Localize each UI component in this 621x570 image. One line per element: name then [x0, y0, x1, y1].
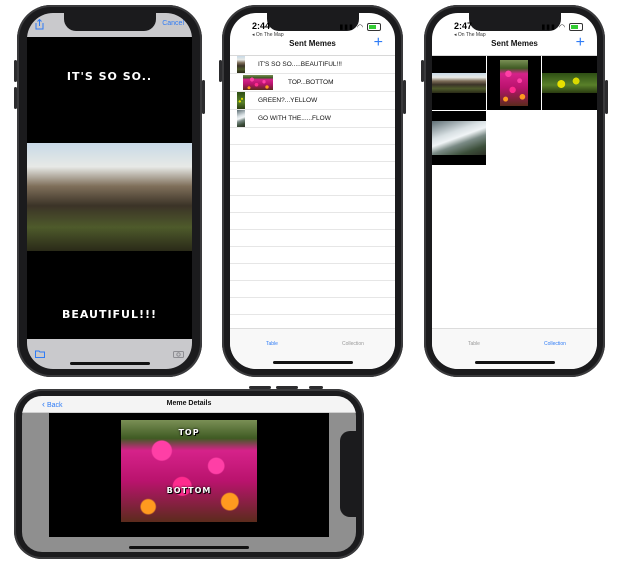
battery-icon [367, 23, 381, 32]
table-row[interactable]: GO WITH THE......FLOW [230, 110, 395, 128]
meme-canvas [27, 37, 192, 339]
volume-button [421, 60, 424, 82]
collection-cell[interactable] [432, 56, 486, 110]
status-time: 2:47 ◂ On The Map [454, 21, 486, 38]
volume-button [249, 386, 271, 389]
meme-detail-area: TOP BOTTOM [49, 413, 329, 537]
share-icon[interactable] [35, 17, 44, 30]
row-thumbnail [237, 110, 245, 127]
camera-icon[interactable] [173, 345, 184, 363]
volume-button [219, 60, 222, 82]
nav-title: Sent Memes [491, 39, 538, 48]
back-to-app-link[interactable]: ◂ On The Map [454, 32, 486, 38]
navigation-bar: ‹ Back Meme Details [22, 396, 356, 413]
row-thumbnail [243, 75, 273, 90]
nav-title: Meme Details [166, 400, 212, 407]
meme-table: IT'S SO SO.....BEAUTIFUL!!! TOP...BOTTOM… [230, 56, 395, 329]
power-button [605, 80, 608, 114]
volume-button [276, 386, 298, 389]
plus-icon[interactable]: + [576, 34, 585, 52]
meme-image: TOP BOTTOM [121, 420, 257, 522]
collection-cell[interactable] [487, 56, 541, 110]
tab-bar: Table Collection [230, 328, 395, 369]
home-indicator[interactable] [69, 362, 150, 365]
plus-icon[interactable]: + [374, 34, 383, 52]
cancel-button[interactable]: Cancel [162, 20, 184, 27]
row-label: GREEN?...YELLOW [258, 97, 318, 104]
editor-bottom-toolbar [27, 339, 192, 369]
empty-table-rows [230, 128, 395, 329]
notch [63, 13, 156, 31]
power-button [309, 386, 323, 389]
home-indicator[interactable] [129, 546, 249, 549]
collection-cell[interactable] [542, 56, 597, 110]
nav-title: Sent Memes [289, 39, 336, 48]
tab-bar: Table Collection [432, 328, 597, 369]
row-label: GO WITH THE......FLOW [258, 115, 331, 122]
volume-button [14, 87, 17, 109]
top-text-field[interactable] [37, 69, 182, 84]
home-indicator[interactable] [474, 361, 555, 364]
cell-image [432, 73, 486, 93]
tab-table[interactable]: Table [266, 341, 278, 347]
volume-button [14, 60, 17, 82]
editor-phone: Cancel [14, 5, 205, 377]
meme-image [27, 143, 192, 251]
row-label: IT'S SO SO.....BEAUTIFUL!!! [258, 61, 342, 68]
editor-screen: Cancel [27, 13, 192, 369]
battery-icon [569, 23, 583, 32]
collection-cell[interactable] [432, 111, 486, 165]
meme-bottom-text: BOTTOM [166, 486, 212, 495]
row-thumbnail [237, 92, 245, 109]
power-button [403, 80, 406, 114]
table-screen: 2:44 ◂ On The Map ▮▮▮ ◠ Sent Memes + IT'S… [230, 13, 395, 369]
power-button [202, 80, 205, 114]
table-phone: 2:44 ◂ On The Map ▮▮▮ ◠ Sent Memes + IT'S… [219, 5, 406, 377]
table-row[interactable]: TOP...BOTTOM [230, 74, 395, 92]
collection-phone: 2:47 ◂ On The Map ▮▮▮ ◠ Sent Memes + Tabl… [421, 5, 608, 377]
collection-screen: 2:47 ◂ On The Map ▮▮▮ ◠ Sent Memes + Tabl… [432, 13, 597, 369]
status-icons: ▮▮▮ ◠ [339, 23, 381, 32]
tab-collection[interactable]: Collection [544, 341, 566, 347]
table-row[interactable]: GREEN?...YELLOW [230, 92, 395, 110]
cell-image [500, 60, 528, 106]
meme-top-text: TOP [178, 428, 200, 437]
cell-image [432, 121, 486, 155]
detail-phone: ‹ Back Meme Details TOP BOTTOM [14, 386, 364, 559]
folder-icon[interactable] [35, 345, 45, 363]
detail-screen: ‹ Back Meme Details TOP BOTTOM [22, 396, 356, 552]
status-icons: ▮▮▮ ◠ [541, 23, 583, 32]
cell-image [542, 73, 597, 93]
status-time: 2:44 ◂ On The Map [252, 21, 284, 38]
tab-collection[interactable]: Collection [342, 341, 364, 347]
row-thumbnail [237, 56, 245, 73]
back-to-app-link[interactable]: ◂ On The Map [252, 32, 284, 38]
bottom-text-field[interactable] [37, 307, 182, 322]
home-indicator[interactable] [272, 361, 353, 364]
tab-table[interactable]: Table [468, 341, 480, 347]
table-row[interactable]: IT'S SO SO.....BEAUTIFUL!!! [230, 56, 395, 74]
notch [340, 431, 356, 517]
row-label: TOP...BOTTOM [288, 79, 334, 86]
